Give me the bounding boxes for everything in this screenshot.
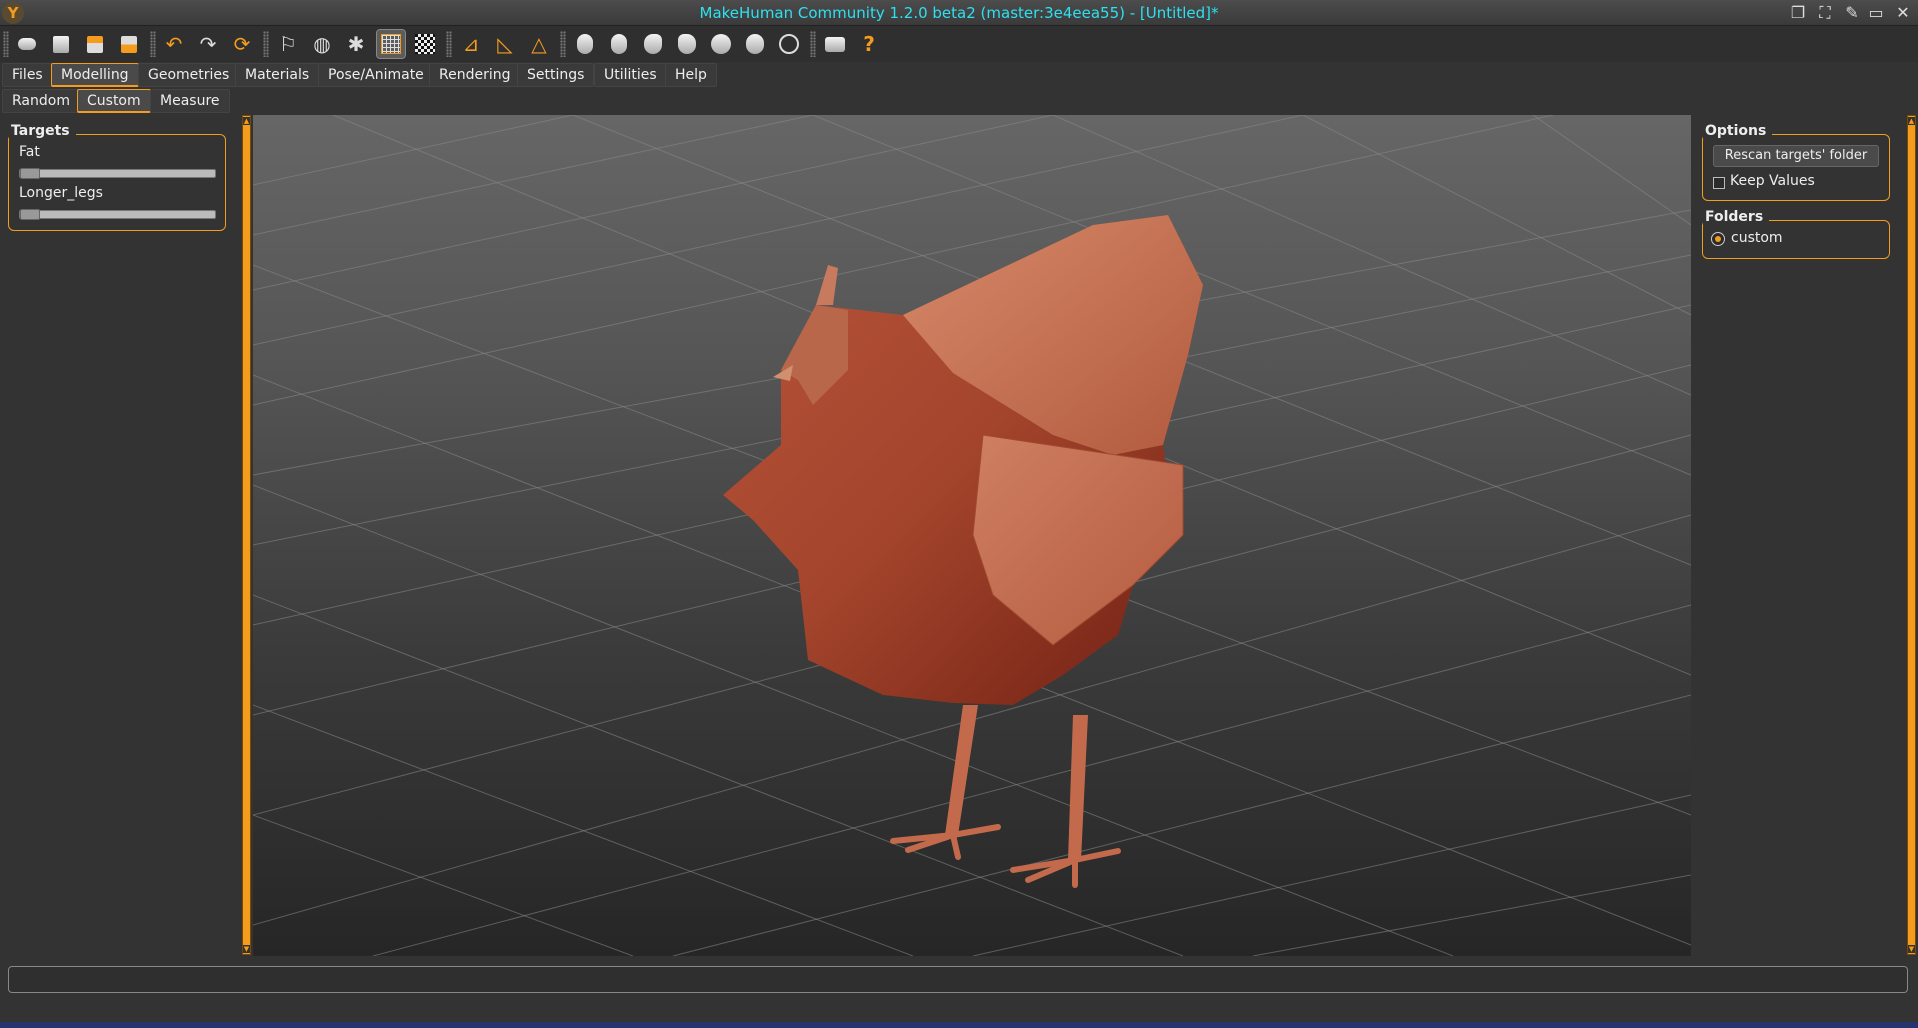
- tab-pose-animate[interactable]: Pose/Animate: [318, 63, 434, 87]
- tab-modelling[interactable]: Modelling: [51, 63, 139, 87]
- left-panel: Targets Fat Longer_legs: [0, 115, 240, 958]
- fat-slider-label: Fat: [19, 144, 40, 160]
- right-panel: Options Rescan targets' folder Keep Valu…: [1692, 115, 1902, 958]
- scroll-up-arrow-icon[interactable]: ▲: [243, 117, 250, 125]
- tab-materials[interactable]: Materials: [235, 63, 320, 87]
- fat-slider-handle[interactable]: [20, 168, 40, 179]
- tab-files[interactable]: Files: [2, 63, 53, 87]
- radio-selected-dot: [1715, 236, 1721, 242]
- longer-legs-slider-handle[interactable]: [20, 209, 40, 220]
- help-icon[interactable]: ?: [855, 30, 883, 58]
- symmetry-left-icon[interactable]: ◺: [491, 30, 519, 58]
- close-icon[interactable]: ✕: [1893, 3, 1913, 23]
- toolbar-grip[interactable]: [560, 31, 566, 57]
- chicken-legs: [945, 705, 1088, 860]
- toolbar-grip[interactable]: [3, 31, 9, 57]
- keep-values-label: Keep Values: [1730, 173, 1815, 189]
- checker-icon[interactable]: [411, 30, 439, 58]
- keep-values-checkbox[interactable]: [1713, 177, 1725, 189]
- longer-legs-slider[interactable]: [19, 209, 216, 220]
- toolbar-grip[interactable]: [263, 31, 269, 57]
- sub-tabs: Random Custom Measure: [0, 88, 1918, 115]
- options-group: Options Rescan targets' folder Keep Valu…: [1702, 123, 1890, 201]
- chicken-model: [723, 215, 1203, 888]
- right-view-icon[interactable]: [673, 30, 701, 58]
- title-bar: Y MakeHuman Community 1.2.0 beta2 (maste…: [0, 0, 1918, 26]
- symmetry-icon[interactable]: △: [525, 30, 553, 58]
- toolbar: ↶ ↷ ⟳ ⚐ ◍ ✱ ⊿ ◺ △ ?: [0, 26, 1918, 62]
- tab-settings[interactable]: Settings: [517, 63, 595, 87]
- reset-camera-icon[interactable]: [775, 30, 803, 58]
- screenshot-icon[interactable]: [821, 30, 849, 58]
- wireframe-icon[interactable]: ◍: [308, 30, 336, 58]
- back-view-icon[interactable]: [605, 30, 633, 58]
- taskbar-strip: [0, 1022, 1918, 1028]
- top-view-icon[interactable]: [707, 30, 735, 58]
- scroll-down-arrow-icon[interactable]: ▼: [243, 945, 250, 953]
- restore-window-icon[interactable]: ❐: [1788, 3, 1808, 23]
- 3d-viewport[interactable]: [253, 115, 1691, 956]
- tab-help[interactable]: Help: [665, 63, 717, 87]
- reset-icon[interactable]: ⟳: [228, 30, 256, 58]
- options-title: Options: [1703, 123, 1773, 139]
- maximize-icon[interactable]: ▭: [1866, 3, 1886, 23]
- front-view-icon[interactable]: [571, 30, 599, 58]
- rescan-targets-button[interactable]: Rescan targets' folder: [1713, 145, 1879, 167]
- undo-icon[interactable]: ↶: [160, 30, 188, 58]
- scroll-down-arrow-icon[interactable]: ▼: [1908, 945, 1915, 953]
- tab-measure[interactable]: Measure: [150, 89, 230, 113]
- longer-legs-slider-label: Longer_legs: [19, 185, 103, 201]
- redo-icon[interactable]: ↷: [194, 30, 222, 58]
- folder-label-custom: custom: [1731, 230, 1783, 246]
- load-icon[interactable]: [81, 30, 109, 58]
- symmetry-right-icon[interactable]: ⊿: [457, 30, 485, 58]
- toolbar-grip[interactable]: [446, 31, 452, 57]
- scroll-up-arrow-icon[interactable]: ▲: [1908, 117, 1915, 125]
- fat-slider[interactable]: [19, 168, 216, 179]
- main-tabs: Files Modelling Geometries Materials Pos…: [0, 62, 1918, 89]
- pose-icon[interactable]: ⚐: [274, 30, 302, 58]
- window-title: MakeHuman Community 1.2.0 beta2 (master:…: [699, 4, 1219, 22]
- targets-group: Targets Fat Longer_legs: [8, 123, 226, 231]
- tab-utilities[interactable]: Utilities: [594, 63, 667, 87]
- toolbar-grip[interactable]: [810, 31, 816, 57]
- tab-custom[interactable]: Custom: [77, 89, 151, 113]
- folder-radio-custom[interactable]: [1711, 232, 1725, 246]
- tab-random[interactable]: Random: [2, 89, 80, 113]
- tab-rendering[interactable]: Rendering: [429, 63, 521, 87]
- grid-icon[interactable]: [376, 29, 406, 59]
- targets-title: Targets: [9, 123, 76, 139]
- fullscreen-icon[interactable]: ⛶: [1815, 3, 1835, 23]
- export-icon[interactable]: [115, 30, 143, 58]
- tab-geometries[interactable]: Geometries: [138, 63, 240, 87]
- new-icon[interactable]: [13, 30, 41, 58]
- folders-title: Folders: [1703, 209, 1770, 225]
- bottom-view-icon[interactable]: [741, 30, 769, 58]
- status-bar: [8, 966, 1908, 993]
- pin-icon[interactable]: ✎: [1842, 3, 1862, 23]
- toolbar-grip[interactable]: [150, 31, 156, 57]
- viewport-scene: [253, 115, 1691, 956]
- save-icon[interactable]: [47, 30, 75, 58]
- folders-group: Folders custom: [1702, 209, 1890, 259]
- skeleton-icon[interactable]: ✱: [342, 30, 370, 58]
- right-panel-scrollbar[interactable]: ▲ ▼: [1907, 115, 1916, 955]
- left-view-icon[interactable]: [639, 30, 667, 58]
- left-panel-scrollbar[interactable]: ▲ ▼: [242, 115, 251, 955]
